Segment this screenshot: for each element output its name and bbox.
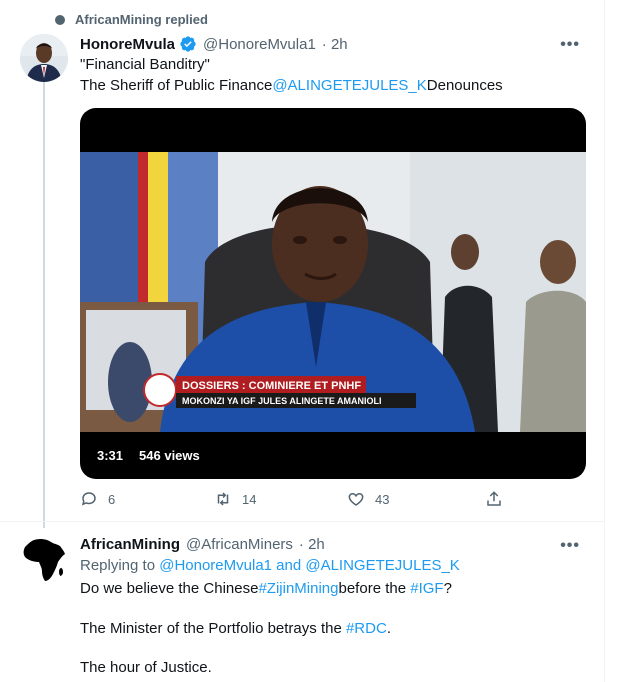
- tweet1-actions: 6 14 43: [80, 490, 510, 512]
- africa-map-icon: [20, 535, 68, 583]
- replying-users-link[interactable]: @HonoreMvula1 and @ALINGETEJULES_K: [159, 557, 460, 574]
- tweet-time[interactable]: · 2h: [322, 36, 348, 53]
- author-name[interactable]: HonoreMvula: [80, 36, 175, 53]
- share-button[interactable]: [485, 490, 503, 508]
- reply-indicator-icon: [55, 14, 65, 25]
- verified-badge-icon: [180, 36, 196, 52]
- video-duration: 3:31: [97, 448, 124, 463]
- timeline-column: AfricanMining replied HonoreMvula @Honor…: [0, 0, 605, 682]
- like-count: 43: [375, 491, 390, 507]
- hashtag-link[interactable]: #ZijinMining: [258, 580, 338, 597]
- tweet2-header: AfricanMining @AfricanMiners · 2h: [80, 536, 325, 553]
- tweet2-paragraph-2: The Minister of the Portfolio betrays th…: [80, 619, 391, 639]
- avatar[interactable]: [20, 34, 68, 82]
- text-segment: .: [386, 620, 391, 637]
- replying-prefix: Replying to: [80, 557, 156, 574]
- author-handle[interactable]: @HonoreMvula1: [203, 36, 316, 53]
- share-icon: [487, 491, 501, 506]
- more-icon[interactable]: •••: [560, 537, 580, 555]
- text-segment: The Sheriff of Public Finance: [80, 77, 273, 94]
- reply-button[interactable]: 6: [80, 490, 115, 508]
- like-icon: [348, 492, 364, 506]
- video-meta: 3:31 546 views: [97, 448, 200, 463]
- banner-top-text: DOSSIERS : COMINIERE ET PNHF: [182, 380, 361, 392]
- reply-icon: [81, 492, 96, 506]
- avatar[interactable]: [20, 535, 68, 583]
- text-segment: Do we believe the Chinese: [80, 580, 259, 597]
- social-context[interactable]: AfricanMining replied: [55, 12, 208, 27]
- like-button[interactable]: 43: [347, 490, 389, 508]
- retweet-button[interactable]: 14: [214, 490, 256, 508]
- tweet-divider: [0, 521, 605, 522]
- thread-connector: [43, 82, 45, 528]
- text-segment: The Minister of the Portfolio betrays th…: [80, 620, 342, 637]
- author-handle[interactable]: @AfricanMiners: [186, 536, 293, 553]
- retweet-icon: [217, 492, 229, 506]
- tweet1-text-line1: "Financial Banditry": [80, 56, 210, 73]
- social-context-label: AfricanMining replied: [75, 12, 208, 27]
- more-icon[interactable]: •••: [560, 36, 580, 54]
- banner-bottom-text: MOKONZI YA IGF JULES ALINGETE AMANIOLI: [182, 396, 382, 406]
- tweet-time[interactable]: · 2h: [299, 536, 325, 553]
- tweet2-paragraph-3: The hour of Justice.: [80, 659, 212, 676]
- tweet1-header: HonoreMvula @HonoreMvula1 · 2h: [80, 35, 348, 53]
- replying-to: Replying to @HonoreMvula1 and @ALINGETEJ…: [80, 556, 460, 576]
- video-player[interactable]: DOSSIERS : COMINIERE ET PNHF MOKONZI YA …: [80, 108, 586, 479]
- reply-count: 6: [108, 491, 116, 507]
- hashtag-link[interactable]: #IGF: [410, 580, 443, 597]
- retweet-count: 14: [242, 491, 257, 507]
- text-segment: before the: [338, 580, 407, 597]
- video-frame: DOSSIERS : COMINIERE ET PNHF MOKONZI YA …: [80, 152, 586, 432]
- tweet1-text-line2: The Sheriff of Public Finance@ALINGETEJU…: [80, 76, 503, 96]
- tweet2-paragraph-1: Do we believe the Chinese#ZijinMiningbef…: [80, 579, 452, 599]
- hashtag-link[interactable]: #RDC: [346, 620, 387, 637]
- text-segment: ?: [443, 580, 452, 597]
- text-segment: Denounces: [426, 77, 503, 94]
- author-name[interactable]: AfricanMining: [80, 536, 180, 553]
- mention-link[interactable]: @ALINGETEJULES_K: [272, 77, 426, 94]
- video-views: 546 views: [139, 448, 200, 463]
